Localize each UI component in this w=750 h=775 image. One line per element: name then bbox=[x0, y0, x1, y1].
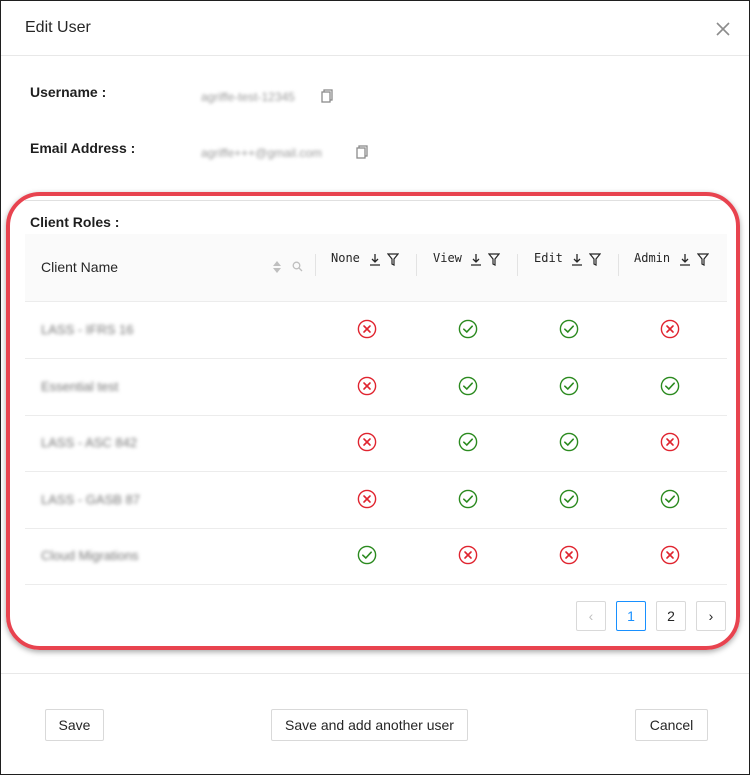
cross-circle-icon bbox=[660, 319, 680, 339]
copy-icon[interactable] bbox=[321, 89, 333, 103]
pagination-prev-button[interactable]: ‹ bbox=[576, 601, 606, 631]
client-name-cell: LASS - GASB 87 bbox=[41, 492, 140, 507]
table-header: Client Name None View Edit Admin bbox=[25, 234, 727, 302]
column-header-edit: Edit bbox=[534, 251, 563, 265]
table-row: LASS - GASB 87 bbox=[25, 472, 727, 529]
check-circle-icon bbox=[458, 432, 478, 452]
client-roles-title: Client Roles : bbox=[30, 214, 120, 230]
check-circle-icon bbox=[458, 319, 478, 339]
client-name-cell: Cloud Migrations bbox=[41, 548, 139, 563]
column-header-client-name: Client Name bbox=[41, 259, 119, 275]
cross-circle-icon bbox=[357, 432, 377, 452]
cross-circle-icon bbox=[357, 319, 377, 339]
cross-circle-icon bbox=[660, 432, 680, 452]
pagination-page-1[interactable]: 1 bbox=[616, 601, 646, 631]
sort-icon[interactable] bbox=[272, 260, 282, 274]
check-circle-icon bbox=[458, 376, 478, 396]
check-circle-icon bbox=[458, 489, 478, 509]
column-header-admin: Admin bbox=[634, 251, 671, 265]
download-icon[interactable] bbox=[470, 253, 482, 266]
check-circle-icon bbox=[559, 376, 579, 396]
email-label: Email Address : bbox=[30, 140, 136, 156]
cross-circle-icon bbox=[559, 545, 579, 565]
check-circle-icon bbox=[559, 319, 579, 339]
check-circle-icon bbox=[357, 545, 377, 565]
save-button[interactable]: Save bbox=[45, 709, 104, 741]
client-name-cell: LASS - ASC 842 bbox=[41, 435, 138, 450]
check-circle-icon bbox=[559, 489, 579, 509]
email-value: agriffe+++@gmail.com bbox=[201, 146, 323, 160]
filter-icon[interactable] bbox=[589, 253, 601, 266]
modal-title: Edit User bbox=[25, 19, 91, 36]
cross-circle-icon bbox=[458, 545, 478, 565]
search-icon[interactable] bbox=[292, 261, 303, 272]
filter-icon[interactable] bbox=[387, 253, 399, 266]
download-icon[interactable] bbox=[679, 253, 691, 266]
column-separator bbox=[315, 254, 316, 276]
column-header-none: None bbox=[331, 251, 360, 265]
column-separator bbox=[618, 254, 619, 276]
username-label: Username : bbox=[30, 84, 107, 100]
pagination-next-button[interactable]: › bbox=[696, 601, 726, 631]
client-name-cell: LASS - IFRS 16 bbox=[41, 322, 134, 337]
table-row: Cloud Migrations bbox=[25, 528, 727, 585]
cancel-button[interactable]: Cancel bbox=[635, 709, 708, 741]
save-and-add-user-button[interactable]: Save and add another user bbox=[271, 709, 468, 741]
username-value: agriffe-test-12345 bbox=[201, 90, 295, 104]
column-header-view: View bbox=[433, 251, 462, 265]
check-circle-icon bbox=[660, 489, 680, 509]
cross-circle-icon bbox=[357, 376, 377, 396]
filter-icon[interactable] bbox=[488, 253, 500, 266]
table-row: LASS - IFRS 16 bbox=[25, 302, 727, 359]
close-icon[interactable] bbox=[713, 19, 733, 39]
check-circle-icon bbox=[559, 432, 579, 452]
footer-divider bbox=[1, 673, 749, 674]
table-row: Essential test bbox=[25, 359, 727, 416]
filter-icon[interactable] bbox=[697, 253, 709, 266]
modal-header: Edit User bbox=[1, 1, 749, 56]
edit-user-modal: Edit User Username : agriffe-test-12345 … bbox=[0, 0, 750, 775]
column-separator bbox=[416, 254, 417, 276]
column-separator bbox=[517, 254, 518, 276]
cross-circle-icon bbox=[660, 545, 680, 565]
cross-circle-icon bbox=[357, 489, 377, 509]
table-row: LASS - ASC 842 bbox=[25, 415, 727, 472]
download-icon[interactable] bbox=[369, 253, 381, 266]
check-circle-icon bbox=[660, 376, 680, 396]
download-icon[interactable] bbox=[571, 253, 583, 266]
copy-icon[interactable] bbox=[356, 145, 368, 159]
pagination-page-2[interactable]: 2 bbox=[656, 601, 686, 631]
divider bbox=[25, 200, 727, 201]
client-name-cell: Essential test bbox=[41, 379, 119, 394]
